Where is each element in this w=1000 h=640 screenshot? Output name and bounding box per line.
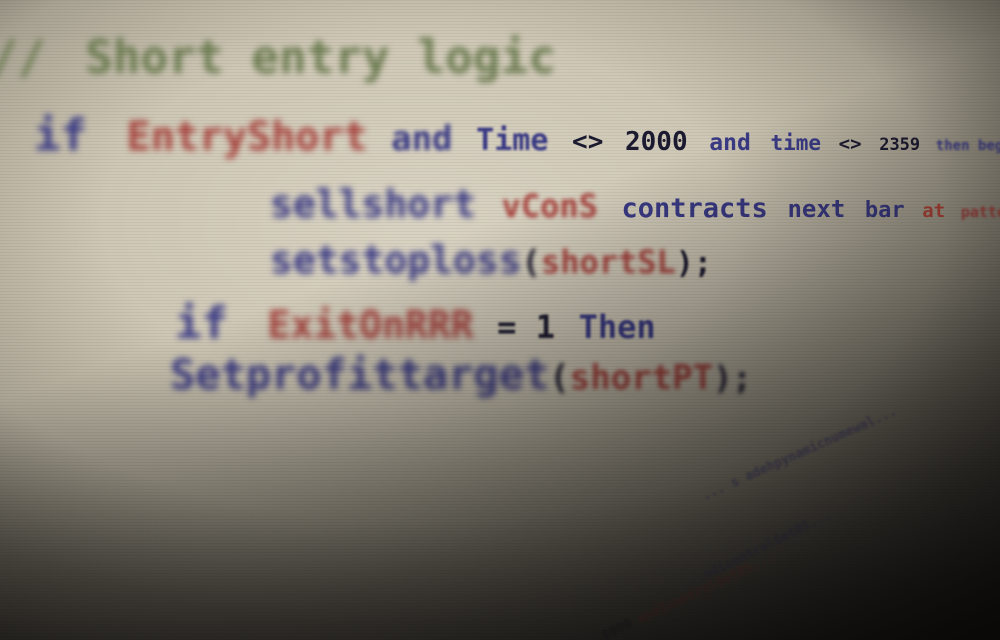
keyword-sellshort: sellshort	[270, 182, 476, 226]
code-line-sellshort: sellshort vConS contracts next bar at pa…	[270, 182, 1000, 226]
keyword-if-2: if	[175, 298, 228, 349]
keyword-then: Then	[578, 308, 656, 346]
keyword-at: at	[922, 200, 946, 222]
faint-number: 0000	[600, 616, 635, 640]
number-2000: 2000	[625, 127, 688, 157]
code-line-comment: // Short entry logic	[0, 30, 556, 84]
variable-exit-on-rrr: ExitOnRRR	[267, 303, 474, 347]
operator-not-equal: <>	[572, 127, 604, 157]
keyword-contracts: contracts	[621, 193, 768, 224]
faint-variable: endIcontrolGetBS...	[635, 550, 777, 628]
pattern-tail: patternshortt...	[960, 203, 1000, 221]
argument-short-pt: shortPT	[569, 358, 714, 398]
code-line-if-exit: if ExitOnRRR = 1 Then	[175, 298, 656, 349]
keyword-bar: bar	[864, 198, 905, 223]
code-line-if-entry: if EntryShort and Time <> 2000 and time …	[0, 110, 1000, 161]
keyword-if: if	[34, 110, 87, 161]
operator-not-equal-2: <>	[838, 133, 862, 155]
number-2359: 2359	[879, 135, 921, 155]
comment-slashes: //	[0, 30, 46, 84]
keyword-and: and	[391, 119, 453, 159]
code-line-faint-3: 0000 endIcontrolGetBS...	[600, 551, 777, 640]
function-setstoploss: setstoploss	[270, 238, 522, 282]
variable-vcons: vConS	[501, 187, 598, 225]
keyword-time-2: time	[770, 131, 822, 155]
variable-entry-short: EntryShort	[126, 114, 368, 160]
keyword-time: Time	[476, 123, 549, 158]
function-setprofittarget: Setprofittarget	[170, 350, 550, 399]
keyword-and-2: and	[709, 130, 751, 156]
code-line-setprofittarget: Setprofittarget(shortPT);	[170, 350, 752, 399]
keyword-next: next	[787, 195, 846, 223]
monitor-photo: // Short entry logic if EntryShort and T…	[0, 0, 1000, 640]
assignment-equals-one: = 1	[497, 308, 555, 346]
then-begin-tail: then begin	[935, 138, 1000, 154]
comment-text: Short entry logic	[85, 30, 556, 84]
argument-short-sl: shortSL	[540, 243, 676, 281]
paren-open-2: (	[549, 358, 570, 398]
paren-open: (	[521, 243, 541, 281]
paren-close-2: );	[713, 359, 752, 397]
code-line-faint-1: ... s adehpynamicnumewal...	[700, 404, 900, 504]
code-line-setstoploss: setstoploss(shortSL);	[270, 238, 712, 282]
code-editor-text: // Short entry logic if EntryShort and T…	[0, 0, 1000, 640]
paren-close: );	[675, 246, 712, 281]
